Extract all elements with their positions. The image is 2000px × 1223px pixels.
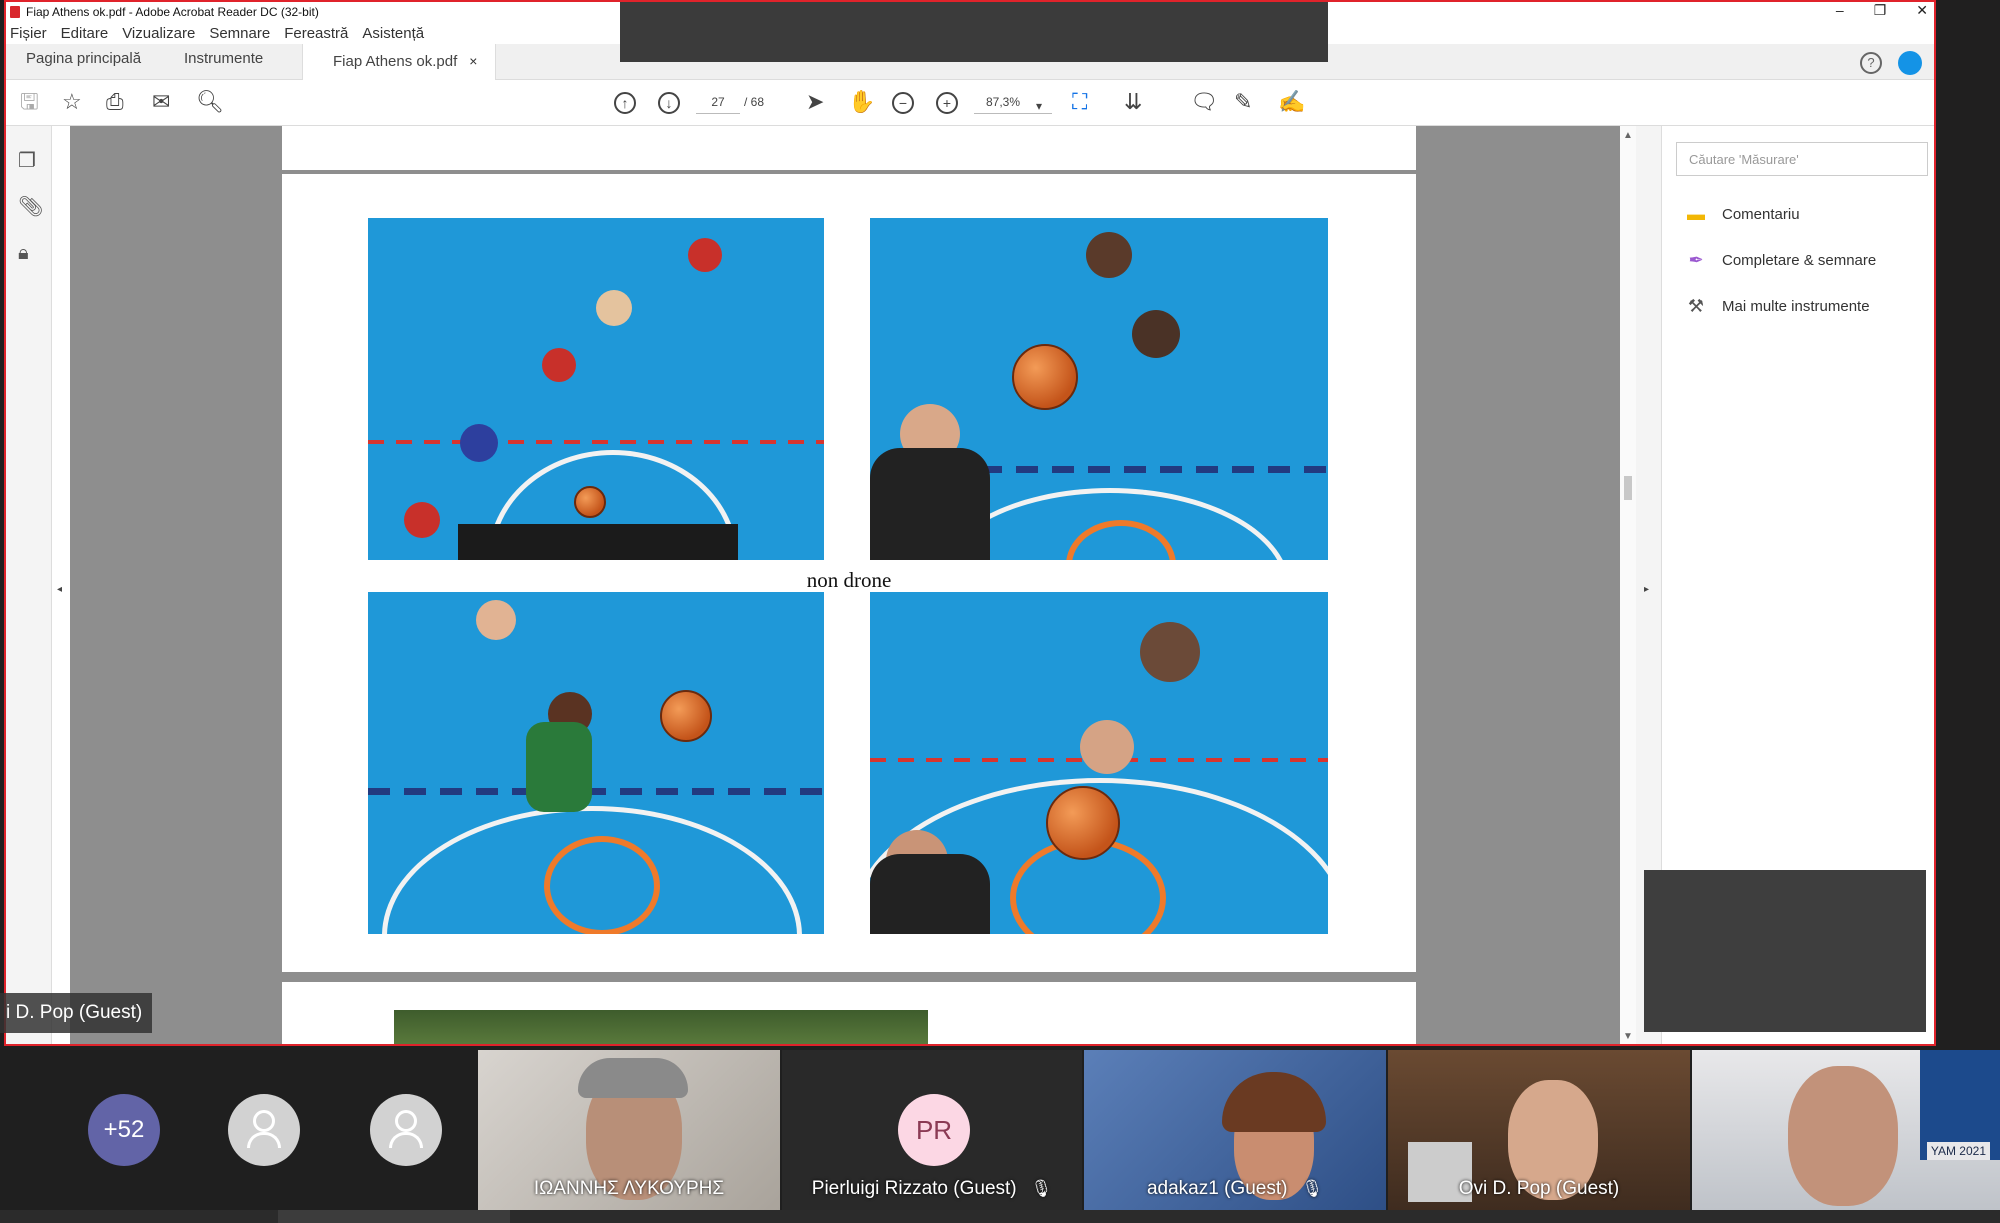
- scroll-up-icon[interactable]: ▲: [1623, 130, 1633, 141]
- banner-text: YAM 2021: [1926, 1142, 1990, 1160]
- scrollbar-thumb[interactable]: [1624, 476, 1632, 500]
- zoom-in-icon[interactable]: +: [936, 92, 958, 114]
- sign-icon[interactable]: ✍: [1278, 90, 1305, 114]
- close-button[interactable]: ✕: [1916, 2, 1928, 19]
- meeting-bottom-bar: [0, 1210, 2000, 1223]
- document-scrollbar[interactable]: ▲ ▼: [1620, 126, 1636, 1044]
- more-participants-button[interactable]: +52: [88, 1094, 160, 1166]
- collapse-left-icon[interactable]: ◂: [57, 584, 62, 595]
- photo-basketball-bottom-right: [870, 592, 1328, 934]
- screen-share-overlay-right: [1644, 870, 1926, 1032]
- figure-caption: non drone: [806, 568, 892, 592]
- shared-screen: Fiap Athens ok.pdf - Adobe Acrobat Reade…: [4, 0, 1936, 1046]
- person-icon: [253, 1110, 275, 1132]
- bookmark-star-icon[interactable]: ☆: [62, 90, 82, 114]
- menu-file[interactable]: Fișier: [10, 25, 47, 42]
- comment-icon: ▬: [1687, 204, 1705, 224]
- tool-more-label: Mai multe instrumente: [1722, 298, 1870, 315]
- document-view: non drone: [70, 126, 1620, 1044]
- menu-view[interactable]: Vizualizare: [122, 25, 195, 42]
- participant-name: adakaz1 (Guest): [1146, 1178, 1288, 1199]
- collapse-right-icon[interactable]: ▸: [1644, 584, 1649, 595]
- page-total: / 68: [744, 95, 765, 109]
- menu-window[interactable]: Fereastră: [284, 25, 348, 42]
- mic-muted-icon: 🎙︎: [1030, 1179, 1053, 1198]
- tab-document-label: Fiap Athens ok.pdf: [333, 53, 458, 70]
- restore-button[interactable]: ❐: [1874, 2, 1887, 19]
- more-tools-icon: ⚒: [1687, 296, 1705, 316]
- tool-fill-sign-label: Completare & semnare: [1722, 252, 1877, 269]
- zoom-out-icon[interactable]: −: [892, 92, 914, 114]
- account-icon[interactable]: [1898, 51, 1922, 75]
- participant-name: Pierluigi Rizzato (Guest): [811, 1178, 1017, 1199]
- page-number-input[interactable]: 27: [696, 90, 740, 114]
- pdf-page-next: [282, 982, 1416, 1044]
- photo-basketball-top-left: [368, 218, 824, 560]
- menu-help[interactable]: Asistență: [362, 25, 424, 42]
- fill-sign-icon: ✒: [1688, 250, 1704, 270]
- tool-fill-sign[interactable]: ✒ Completare & semnare: [1684, 250, 1876, 271]
- prev-page-icon[interactable]: ↑: [614, 92, 636, 114]
- photo-basketball-bottom-left: [368, 592, 824, 934]
- participant-initials-avatar: PR: [898, 1094, 970, 1166]
- window-title: Fiap Athens ok.pdf - Adobe Acrobat Reade…: [26, 5, 319, 19]
- presenter-name-label: i D. Pop (Guest): [0, 993, 153, 1033]
- tab-close-icon[interactable]: ×: [469, 53, 477, 69]
- page-fit-icon[interactable]: ⛶: [1072, 90, 1087, 114]
- menu-edit[interactable]: Editare: [61, 25, 109, 42]
- tool-comment-label: Comentariu: [1722, 206, 1800, 223]
- save-icon[interactable]: 🖫: [20, 90, 39, 114]
- acrobat-icon: [10, 6, 20, 18]
- tab-home[interactable]: Pagina principală: [26, 50, 141, 67]
- zoom-dropdown-icon[interactable]: ▾: [1036, 94, 1042, 118]
- participant-tile-guest[interactable]: YAM 2021: [1692, 1050, 2000, 1210]
- next-page-icon[interactable]: ↓: [658, 92, 680, 114]
- zoom-search-icon[interactable]: 🔍︎: [196, 90, 224, 114]
- toolbar: 🖫 ☆ ⎙ ✉ 🔍︎ ↑ ↓ 27 / 68 ➤ ✋ − + 87,3% ▾ ⛶…: [6, 80, 1934, 126]
- participant-placeholder-avatar[interactable]: [370, 1094, 442, 1166]
- participant-name: ΙΩΑΝΝΗΣ ΛΥΚΟΥΡΗΣ: [533, 1178, 725, 1199]
- screen-share-overlay-top: [620, 2, 1328, 62]
- email-icon[interactable]: ✉: [152, 90, 170, 114]
- participant-gallery: +52 ΙΩΑΝΝΗΣ ΛΥΚΟΥΡΗΣ PR Pierluigi Rizzat…: [0, 1050, 2000, 1223]
- tool-comment[interactable]: ▬ Comentariu: [1684, 204, 1800, 225]
- left-navigation-pane: ❐ 📎︎ 🔒︎: [6, 126, 52, 1044]
- page-thumbnails-icon[interactable]: ❐: [18, 148, 36, 173]
- pdf-page-current: non drone: [282, 174, 1416, 972]
- tab-tools[interactable]: Instrumente: [184, 50, 263, 67]
- hand-tool-icon[interactable]: ✋: [848, 90, 875, 114]
- scroll-down-icon[interactable]: ▼: [1623, 1031, 1633, 1042]
- scroll-mode-icon[interactable]: ⇊: [1124, 90, 1142, 114]
- tools-search-input[interactable]: Căutare 'Măsurare': [1676, 142, 1928, 176]
- security-lock-icon[interactable]: 🔒︎: [18, 242, 29, 265]
- person-icon: [395, 1110, 417, 1132]
- participant-tile-ioannis[interactable]: ΙΩΑΝΝΗΣ ΛΥΚΟΥΡΗΣ: [478, 1050, 780, 1210]
- photo-basketball-top-right: [870, 218, 1328, 560]
- pdf-page-previous: [282, 126, 1416, 170]
- print-icon[interactable]: ⎙: [106, 90, 124, 114]
- tab-document[interactable]: Fiap Athens ok.pdf ×: [302, 44, 497, 80]
- participant-tile-adakaz1[interactable]: adakaz1 (Guest) 🎙︎: [1084, 1050, 1386, 1210]
- participant-tile-ovi[interactable]: Ovi D. Pop (Guest): [1388, 1050, 1690, 1210]
- menu-sign[interactable]: Semnare: [209, 25, 270, 42]
- mic-muted-icon: 🎙︎: [1301, 1179, 1324, 1198]
- minimize-button[interactable]: –: [1836, 2, 1844, 19]
- highlight-pen-icon[interactable]: ✎: [1234, 90, 1252, 114]
- attachments-icon[interactable]: 📎︎: [18, 194, 43, 219]
- comment-tool-icon[interactable]: 🗨︎: [1190, 90, 1218, 114]
- tool-more[interactable]: ⚒ Mai multe instrumente: [1684, 296, 1870, 317]
- participant-tile-pierluigi[interactable]: PR Pierluigi Rizzato (Guest) 🎙︎: [782, 1050, 1082, 1210]
- menu-bar: Fișier Editare Vizualizare Semnare Ferea…: [10, 22, 424, 44]
- photo-forest: [394, 1010, 928, 1044]
- participant-name: Ovi D. Pop (Guest): [1458, 1178, 1620, 1199]
- help-icon[interactable]: ?: [1860, 52, 1882, 74]
- participant-placeholder-avatar[interactable]: [228, 1094, 300, 1166]
- select-cursor-icon[interactable]: ➤: [806, 90, 824, 114]
